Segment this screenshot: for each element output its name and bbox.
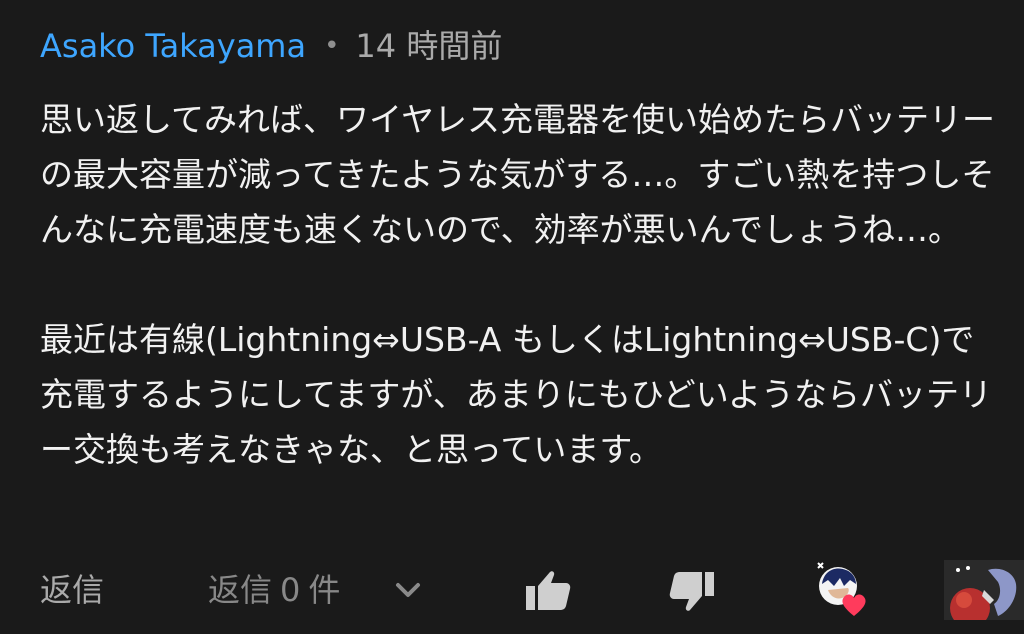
comment-paragraph-1: 思い返してみれば、ワイヤレス充電器を使い始めたらバッテリーの最大容量が減ってきた… <box>40 100 996 249</box>
replies-count: 0 <box>280 571 301 609</box>
thumbs-up-icon[interactable] <box>524 566 572 614</box>
view-replies-button[interactable]: 返信 0 件 <box>208 568 340 612</box>
thumbs-down-icon[interactable] <box>668 568 716 616</box>
comment-paragraph-2: 最近は有線(Lightning⇔USB-A もしくはLightning⇔USB-… <box>40 320 993 469</box>
replies-unit: 件 <box>308 571 341 609</box>
comment-header: Asako Takayama • 14 時間前 <box>40 24 502 68</box>
avatar-icon[interactable] <box>944 560 1024 620</box>
comment-body: 思い返してみれば、ワイヤレス充電器を使い始めたらバッテリーの最大容量が減ってきた… <box>40 92 1005 477</box>
comment-author[interactable]: Asako Takayama <box>40 24 306 68</box>
comment-actions: 返信 返信 0 件 <box>0 560 1024 620</box>
comment-time[interactable]: 14 時間前 <box>355 24 502 68</box>
creator-heart-icon[interactable] <box>814 560 876 620</box>
replies-label: 返信 <box>208 571 273 609</box>
chevron-down-icon[interactable] <box>394 578 422 602</box>
reply-button[interactable]: 返信 <box>40 568 104 612</box>
meta-separator: • <box>324 31 340 61</box>
